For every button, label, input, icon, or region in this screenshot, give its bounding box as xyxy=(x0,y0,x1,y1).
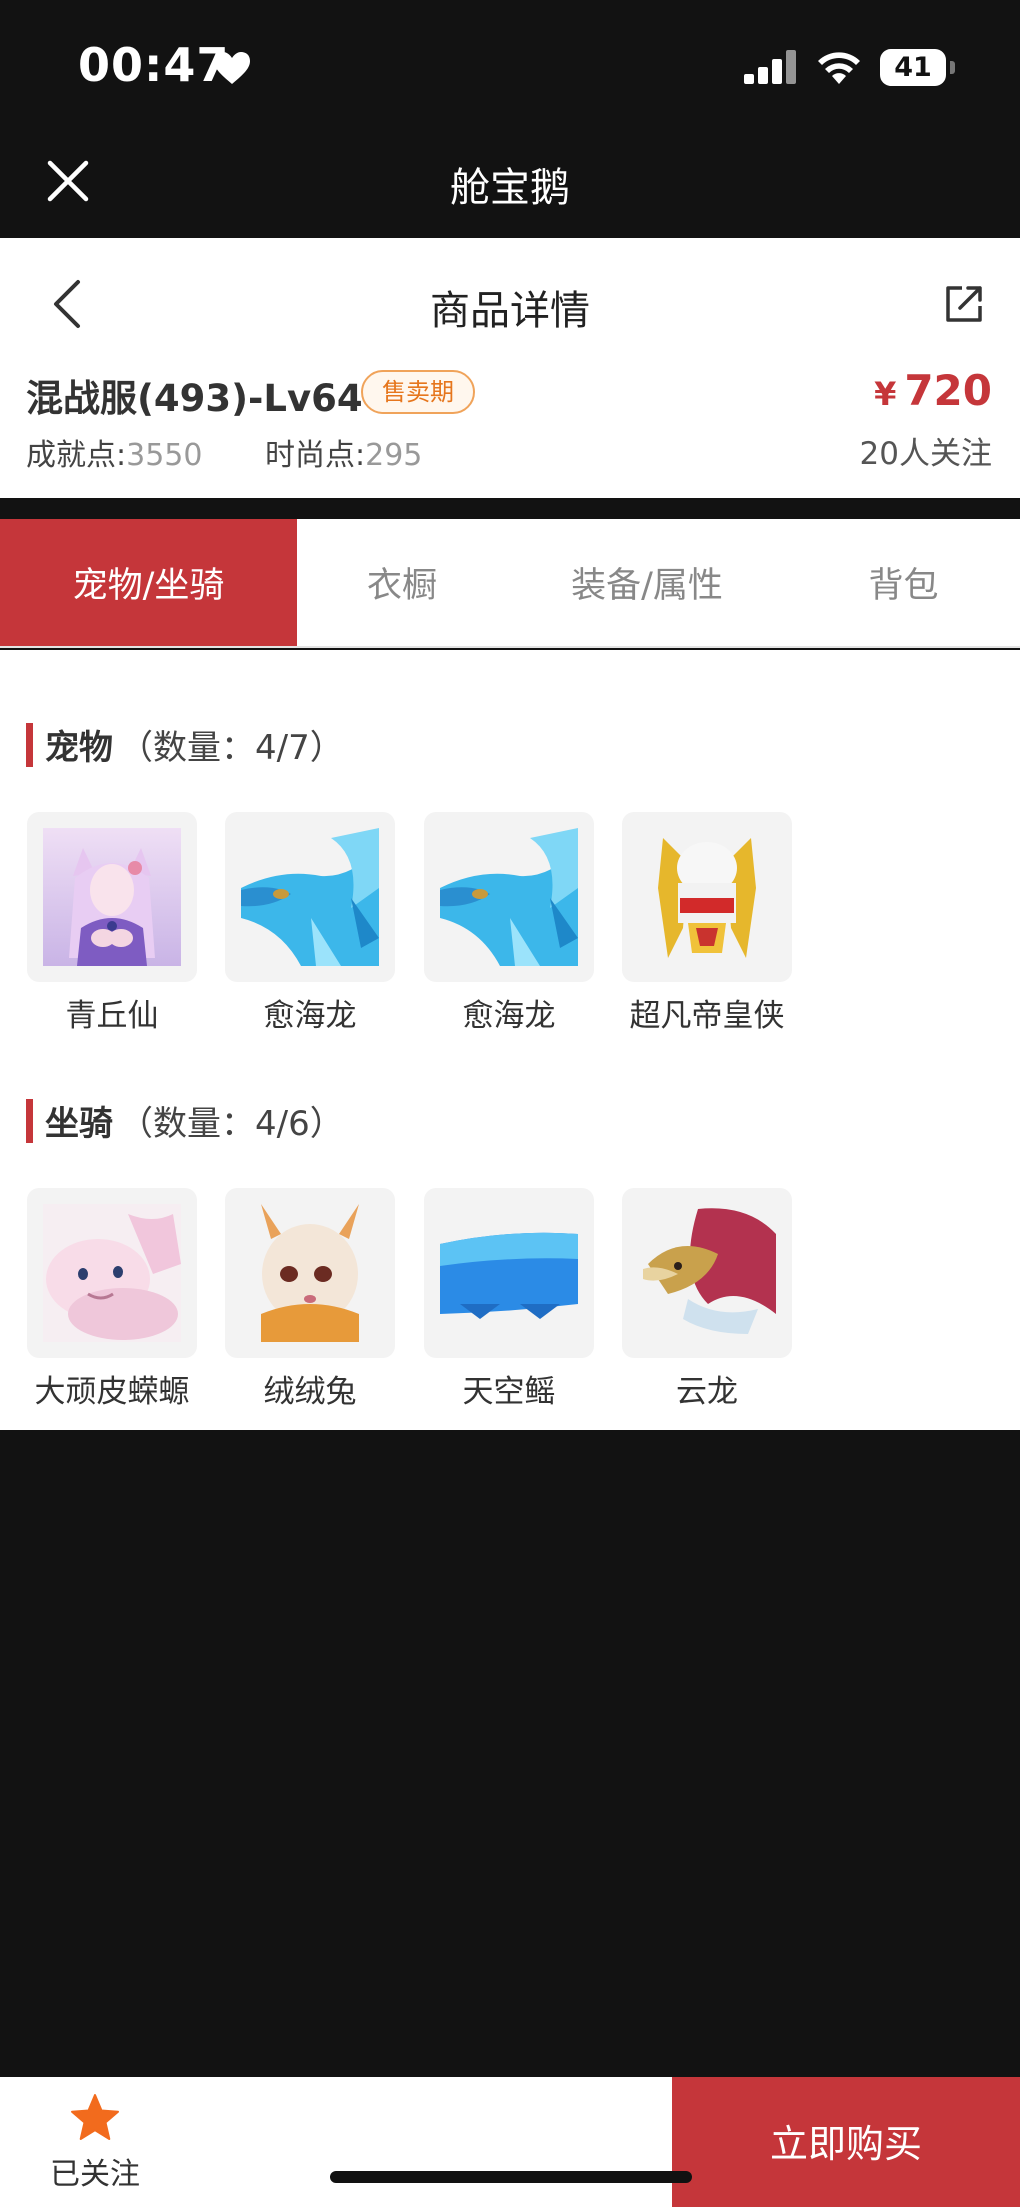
follower-count: 20人关注 xyxy=(859,436,992,472)
tab-equipment-attributes[interactable]: 装备/属性 xyxy=(507,519,787,646)
pet-name: 青丘仙 xyxy=(65,998,159,1034)
status-time: 00:47 xyxy=(78,38,230,92)
home-indicator xyxy=(330,2171,692,2183)
follow-label: 已关注 xyxy=(50,2157,140,2192)
fashion-label: 时尚点: xyxy=(265,438,366,473)
mount-item[interactable]: 大顽皮蝾螈 xyxy=(27,1188,197,1411)
achievement-value: 3550 xyxy=(126,438,203,473)
battery-level: 41 xyxy=(894,52,932,83)
mount-item[interactable]: 天空鳐 xyxy=(424,1188,594,1411)
pet-thumbnail xyxy=(424,812,594,982)
sea-dragon-icon xyxy=(241,828,379,966)
buy-now-button[interactable]: 立即购买 xyxy=(672,2077,1020,2207)
pet-thumbnail xyxy=(622,812,792,982)
price-value: 720 xyxy=(904,366,992,415)
app-title: 舱宝鹅 xyxy=(450,165,570,211)
fashion-points: 时尚点:295 xyxy=(265,430,422,474)
battery-indicator: 41 xyxy=(880,49,955,86)
section-marker xyxy=(26,722,33,767)
pet-name: 超凡帝皇侠 xyxy=(629,998,785,1034)
pet-item[interactable]: 愈海龙 xyxy=(225,812,395,1035)
mounts-section-title: 坐骑 （数量：4/6） xyxy=(26,1096,344,1145)
page: 00:47 41 舱宝鹅 商品详情 混战服(493)-Lv64 售卖期 ¥ 72… xyxy=(0,0,1020,2207)
tab-bar: 宠物/坐骑 衣橱 装备/属性 背包 xyxy=(0,519,1020,648)
pets-title: 宠物 xyxy=(45,728,113,768)
price-currency: ¥ xyxy=(874,375,897,413)
pet-item[interactable]: 愈海龙 xyxy=(424,812,594,1035)
mount-thumbnail xyxy=(622,1188,792,1358)
tab-pets-mounts[interactable]: 宠物/坐骑 xyxy=(0,519,297,646)
pet-thumbnail xyxy=(27,812,197,982)
mount-name: 绒绒兔 xyxy=(263,1374,357,1410)
pets-count: （数量：4/7） xyxy=(119,728,344,768)
status-bar: 00:47 41 xyxy=(0,0,1020,135)
mount-name: 大顽皮蝾螈 xyxy=(34,1374,190,1410)
fox-fairy-icon xyxy=(43,828,181,966)
sale-status-badge: 售卖期 xyxy=(361,370,475,414)
wifi-icon xyxy=(818,52,860,84)
mount-item[interactable]: 云龙 xyxy=(622,1188,792,1411)
bottom-action-bar: 已关注 立即购买 xyxy=(0,2077,1020,2207)
golden-armor-icon xyxy=(638,828,776,966)
tab-wardrobe[interactable]: 衣橱 xyxy=(297,519,507,646)
heart-icon xyxy=(214,52,250,84)
star-icon xyxy=(71,2094,119,2140)
page-title: 商品详情 xyxy=(430,288,590,334)
pet-item[interactable]: 青丘仙 xyxy=(27,812,197,1035)
mounts-count: （数量：4/6） xyxy=(119,1104,344,1144)
tab-backpack[interactable]: 背包 xyxy=(787,519,1020,646)
section-marker xyxy=(26,1098,33,1143)
signal-icon xyxy=(744,50,796,84)
achievement-points: 成就点:3550 xyxy=(26,430,202,474)
rabbit-icon xyxy=(241,1204,379,1342)
tab-content: 宠物 （数量：4/7） 青丘仙 愈海龙 愈海龙 超凡帝皇侠 坐骑 （数量：4/6… xyxy=(0,650,1020,1430)
sky-ray-icon xyxy=(440,1204,578,1342)
pets-section-title: 宠物 （数量：4/7） xyxy=(26,720,344,769)
follow-button[interactable]: 已关注 xyxy=(40,2093,150,2197)
mount-thumbnail xyxy=(424,1188,594,1358)
product-header: 商品详情 混战服(493)-Lv64 售卖期 ¥720 成就点:3550 时尚点… xyxy=(0,238,1020,498)
pet-thumbnail xyxy=(225,812,395,982)
mounts-title: 坐骑 xyxy=(45,1104,113,1144)
mount-item[interactable]: 绒绒兔 xyxy=(225,1188,395,1411)
product-name: 混战服(493)-Lv64 xyxy=(26,377,363,420)
mount-thumbnail xyxy=(27,1188,197,1358)
pet-name: 愈海龙 xyxy=(462,998,556,1034)
pet-name: 愈海龙 xyxy=(263,998,357,1034)
app-bar: 舱宝鹅 xyxy=(0,135,1020,238)
mount-name: 天空鳐 xyxy=(462,1374,556,1410)
mount-name: 云龙 xyxy=(676,1374,738,1410)
mount-thumbnail xyxy=(225,1188,395,1358)
pet-item[interactable]: 超凡帝皇侠 xyxy=(622,812,792,1035)
share-icon[interactable] xyxy=(944,284,984,324)
sea-dragon-icon xyxy=(440,828,578,966)
price: ¥720 xyxy=(874,366,992,415)
fashion-value: 295 xyxy=(365,438,423,473)
axolotl-icon xyxy=(43,1204,181,1342)
cloud-dragon-icon xyxy=(638,1204,776,1342)
achievement-label: 成就点: xyxy=(26,438,127,473)
